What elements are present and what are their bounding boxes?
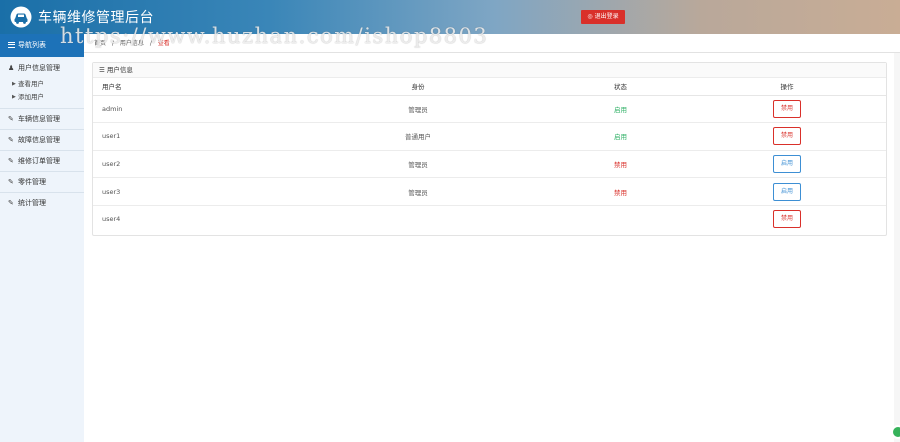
cell-action: 禁用 [688, 205, 886, 233]
sidebar-item-vehicle-info[interactable]: ✎ 车辆信息管理 [0, 109, 84, 129]
cell-username: admin [93, 95, 283, 124]
disable-button[interactable]: 禁用 [773, 210, 801, 229]
cell-action: 禁用 [688, 122, 886, 151]
cell-action: 启用 [688, 177, 886, 206]
user-icon: ♟ [8, 64, 15, 72]
table-row: user2 管理员 禁用 启用 [93, 150, 886, 179]
cell-username: user1 [93, 122, 283, 151]
user-table: 用户名 身份 状态 操作 admin 管理员 启用 禁用 user1 普通用户 … [93, 78, 886, 233]
table-row: user4 禁用 [93, 205, 886, 233]
logout-button[interactable]: ◎ 退出登录 [581, 10, 625, 24]
breadcrumb-current: 查看 [157, 40, 170, 47]
breadcrumb: 首页 / 用户信息 / 查看 [84, 34, 900, 53]
cell-role: 普通用户 [283, 122, 553, 151]
enable-button[interactable]: 启用 [773, 182, 801, 201]
cell-status: 禁用 [553, 150, 688, 179]
column-header-username: 用户名 [93, 78, 283, 96]
sidebar-subitem-label: 查看用户 [18, 80, 44, 88]
sidebar: 导航列表 ♟ 用户信息管理 ▶ 查看用户 ▶ 添加用户 ✎ 车辆信息管理 ✎ 故… [0, 34, 84, 442]
edit-icon: ✎ [8, 157, 14, 165]
table-row: user3 管理员 禁用 启用 [93, 177, 886, 206]
car-logo-icon [10, 6, 32, 28]
floating-badge-icon[interactable] [891, 425, 900, 439]
sidebar-item-label: 维修订单管理 [18, 157, 60, 165]
sidebar-item-user-info[interactable]: ♟ 用户信息管理 [0, 58, 84, 78]
cell-role: 管理员 [283, 150, 553, 179]
edit-icon: ✎ [8, 136, 14, 144]
sidebar-subitem-view-users[interactable]: ▶ 查看用户 [0, 78, 84, 91]
sidebar-item-statistics[interactable]: ✎ 统计管理 [0, 193, 84, 213]
cell-username: user2 [93, 150, 283, 179]
sidebar-item-repair-orders[interactable]: ✎ 维修订单管理 [0, 151, 84, 171]
list-icon [8, 42, 15, 48]
sidebar-subitem-label: 添加用户 [18, 93, 44, 101]
table-header-row: 用户名 身份 状态 操作 [93, 78, 886, 96]
caret-right-icon: ▶ [12, 81, 16, 87]
sidebar-nav-header-label: 导航列表 [18, 41, 46, 49]
column-header-role: 身份 [283, 78, 553, 96]
cell-status: 启用 [553, 95, 688, 124]
cell-role: 管理员 [283, 95, 553, 124]
cell-username: user3 [93, 177, 283, 206]
user-info-panel: ☰ 用户信息 用户名 身份 状态 操作 admin 管理员 启用 禁用 user… [92, 62, 887, 236]
cell-status: 禁用 [553, 177, 688, 206]
disable-button[interactable]: 禁用 [773, 99, 801, 118]
app-title: 车辆维修管理后台 [38, 10, 154, 26]
sidebar-item-label: 统计管理 [18, 199, 46, 207]
cell-action: 启用 [688, 150, 886, 179]
sidebar-item-label: 用户信息管理 [18, 64, 60, 72]
page-scrollbar[interactable] [894, 53, 900, 442]
edit-icon: ✎ [8, 115, 14, 123]
breadcrumb-home[interactable]: 首页 [94, 40, 106, 47]
sidebar-nav-header[interactable]: 导航列表 [0, 34, 84, 57]
sidebar-item-label: 车辆信息管理 [18, 115, 60, 123]
cell-role: 管理员 [283, 177, 553, 206]
disable-button[interactable]: 禁用 [773, 127, 801, 146]
top-navbar: 车辆维修管理后台 ◎ 退出登录 [0, 0, 900, 34]
cell-role [283, 205, 553, 233]
breadcrumb-user-info[interactable]: 用户信息 [120, 40, 144, 47]
column-header-status: 状态 [553, 78, 688, 96]
edit-icon: ✎ [8, 199, 14, 207]
enable-button[interactable]: 启用 [773, 154, 801, 173]
sidebar-item-label: 零件管理 [18, 178, 46, 186]
cell-username: user4 [102, 215, 121, 224]
panel-title: ☰ 用户信息 [93, 63, 886, 78]
sidebar-item-parts[interactable]: ✎ 零件管理 [0, 172, 84, 192]
table-row: user1 普通用户 启用 禁用 [93, 122, 886, 151]
breadcrumb-separator: / [149, 40, 152, 47]
cell-action: 禁用 [688, 95, 886, 124]
column-header-action: 操作 [688, 78, 886, 96]
sidebar-item-label: 故障信息管理 [18, 136, 60, 144]
cell-status: 启用 [553, 122, 688, 151]
breadcrumb-separator: / [111, 40, 114, 47]
cell-status [553, 205, 688, 233]
sidebar-subitem-add-user[interactable]: ▶ 添加用户 [0, 91, 84, 104]
edit-icon: ✎ [8, 178, 14, 186]
table-row: admin 管理员 启用 禁用 [93, 95, 886, 124]
caret-right-icon: ▶ [12, 94, 16, 100]
sidebar-item-fault-info[interactable]: ✎ 故障信息管理 [0, 130, 84, 150]
